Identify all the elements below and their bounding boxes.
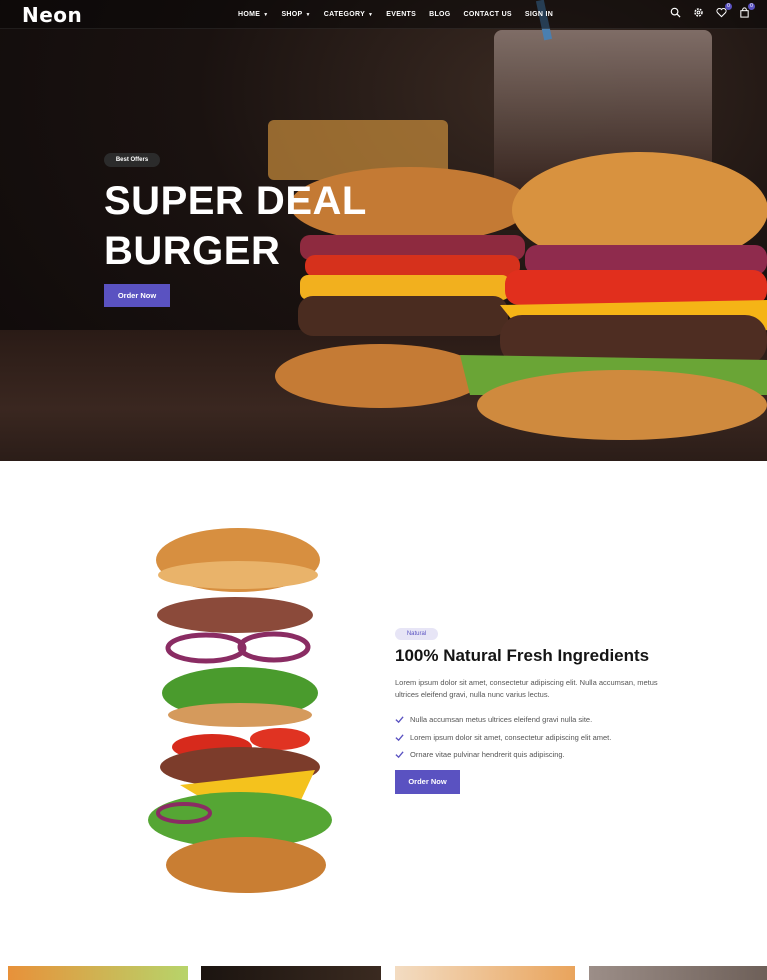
cart-icon[interactable]: 0 bbox=[739, 3, 755, 18]
nav-item-label: BLOG bbox=[429, 11, 451, 18]
check-icon bbox=[395, 751, 404, 759]
caret-down-icon: ▼ bbox=[305, 11, 311, 18]
section-order-button[interactable]: Order Now bbox=[395, 770, 460, 794]
brand-logo[interactable]: Neon bbox=[22, 3, 82, 27]
hero-title: SUPER DEAL BURGER bbox=[104, 176, 404, 276]
nav-item-label: SHOP bbox=[281, 11, 303, 18]
nav-item-contact[interactable]: CONTACT US bbox=[464, 11, 512, 18]
hero-order-button[interactable]: Order Now bbox=[104, 284, 170, 307]
search-icon[interactable] bbox=[670, 7, 681, 18]
hero-banner: Neon HOME ▼ SHOP ▼ CATEGORY ▼ EVENTS BLOG C… bbox=[0, 0, 767, 461]
nav-item-sign-in[interactable]: SIGN IN bbox=[525, 11, 553, 18]
top-navigation: Neon HOME ▼ SHOP ▼ CATEGORY ▼ EVENTS BLOG C… bbox=[0, 0, 767, 29]
product-thumbnail[interactable] bbox=[395, 966, 575, 980]
checklist-text: Ornare vitae pulvinar hendrerit quis adi… bbox=[410, 750, 565, 760]
nav-item-label: CONTACT US bbox=[463, 11, 512, 18]
checklist-text: Lorem ipsum dolor sit amet, consectetur … bbox=[410, 732, 612, 742]
hero-offer-badge: Best Offers bbox=[104, 153, 160, 167]
nav-item-label: SIGN IN bbox=[524, 11, 554, 18]
wishlist-count-badge: 0 bbox=[725, 3, 732, 10]
nav-item-label: CATEGORY bbox=[323, 11, 366, 18]
caret-down-icon: ▼ bbox=[368, 11, 374, 18]
section-description: Lorem ipsum dolor sit amet, consectetur … bbox=[395, 678, 658, 699]
heart-icon[interactable]: 0 bbox=[716, 3, 732, 18]
product-thumbnail[interactable] bbox=[589, 966, 767, 980]
nav-item-shop[interactable]: SHOP ▼ bbox=[281, 11, 310, 18]
checklist-item: Lorem ipsum dolor sit amet, consectetur … bbox=[395, 729, 611, 747]
hero-title-line-2: BURGER bbox=[104, 229, 281, 273]
hero-title-line-1: SUPER DEAL bbox=[104, 179, 367, 223]
check-icon bbox=[395, 734, 404, 741]
floating-burger-image bbox=[148, 528, 332, 893]
section-title: 100% Natural Fresh Ingredients bbox=[395, 646, 650, 665]
checklist-item: Ornare vitae pulvinar hendrerit quis adi… bbox=[395, 746, 611, 764]
nav-item-label: HOME bbox=[238, 11, 261, 18]
nav-item-category[interactable]: CATEGORY ▼ bbox=[324, 11, 374, 18]
feature-checklist: Nulla accumsan metus ultrices eleifend g… bbox=[395, 711, 611, 764]
settings-icon[interactable] bbox=[693, 7, 704, 18]
check-icon bbox=[395, 716, 404, 724]
nav-item-events[interactable]: EVENTS bbox=[386, 11, 416, 18]
checklist-item: Nulla accumsan metus ultrices eleifend g… bbox=[395, 711, 611, 729]
cart-count-badge: 0 bbox=[748, 3, 755, 10]
nav-icon-group: 0 0 bbox=[670, 3, 755, 18]
main-menu: HOME ▼ SHOP ▼ CATEGORY ▼ EVENTS BLOG CONTAC… bbox=[238, 0, 553, 29]
checklist-text: Nulla accumsan metus ultrices eleifend g… bbox=[410, 715, 593, 725]
product-thumbnail[interactable] bbox=[201, 966, 381, 980]
nav-item-blog[interactable]: BLOG bbox=[429, 11, 450, 18]
natural-badge: Natural bbox=[395, 628, 438, 640]
nav-item-home[interactable]: HOME ▼ bbox=[238, 11, 268, 18]
nav-item-label: EVENTS bbox=[386, 11, 417, 18]
product-thumbnail[interactable] bbox=[8, 966, 188, 980]
caret-down-icon: ▼ bbox=[263, 11, 269, 18]
